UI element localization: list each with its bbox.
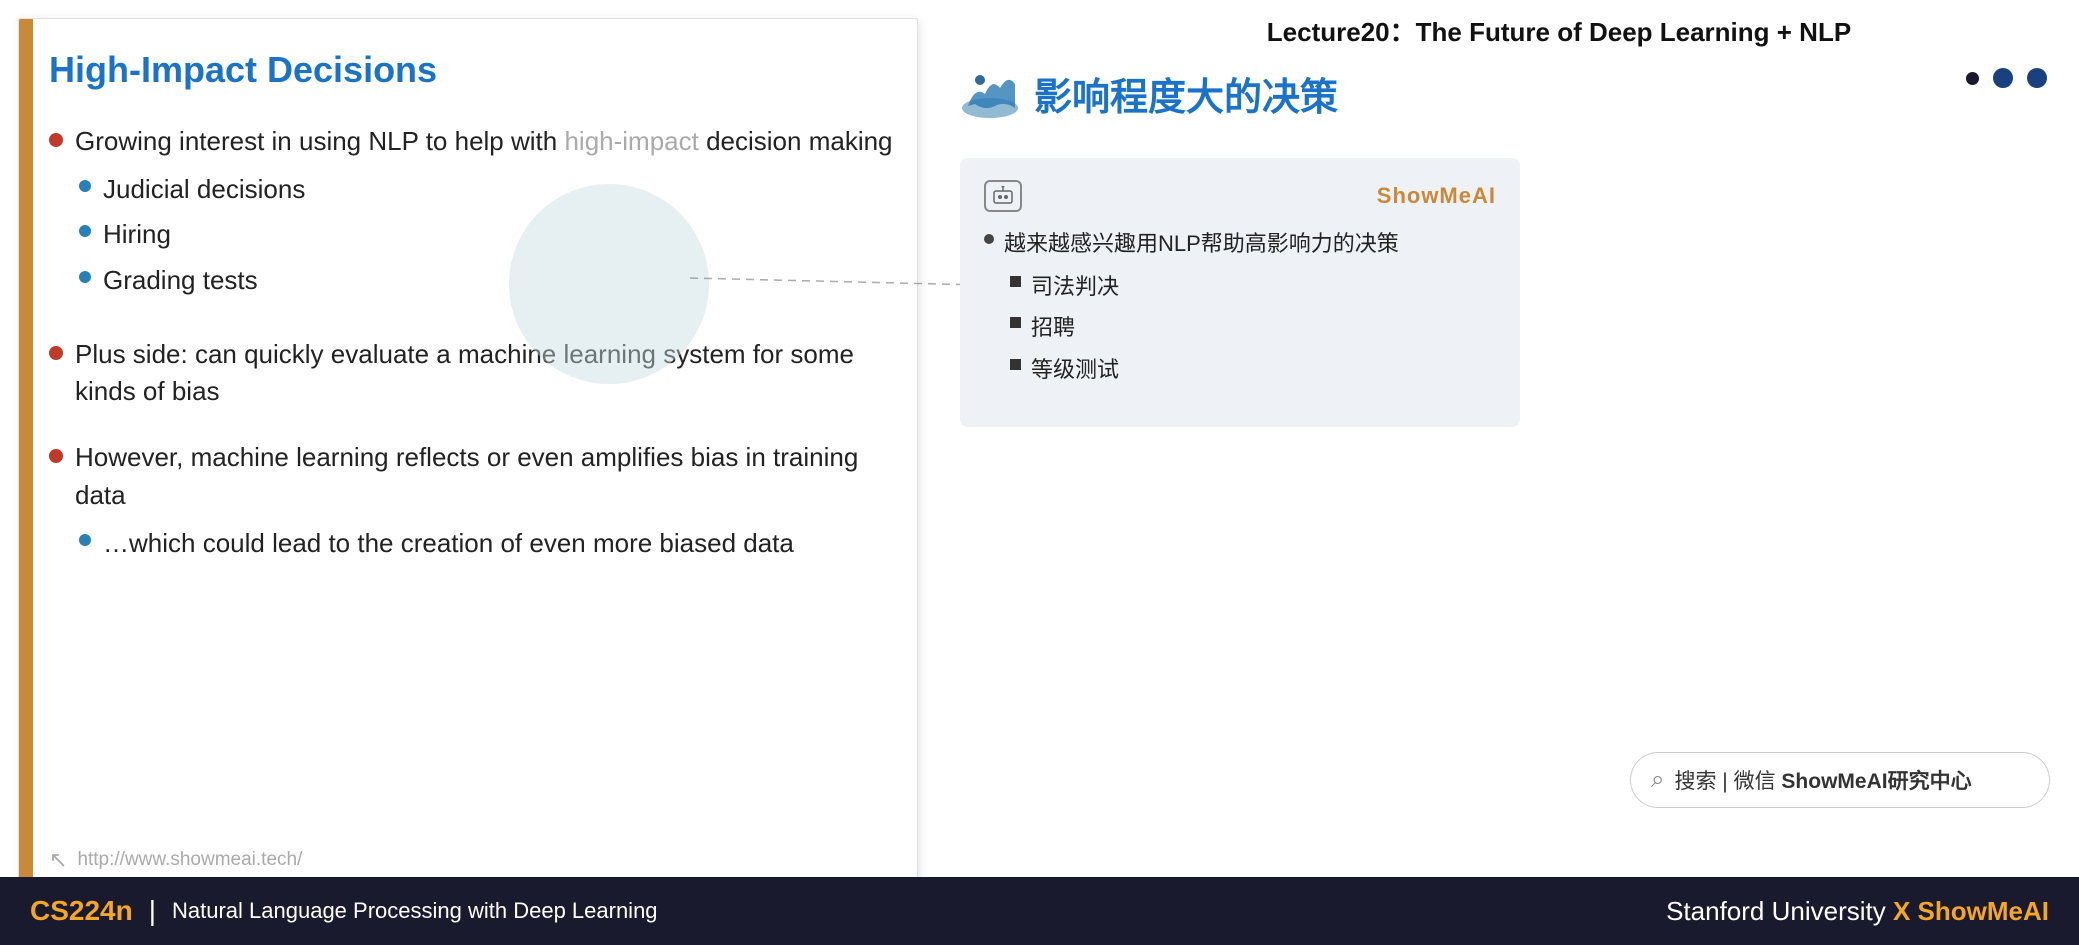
bullet-item-1: Growing interest in using NLP to help wi…	[49, 123, 897, 308]
slide-accent-bar	[19, 19, 33, 887]
footer-brand-suffix: X ShowMeAI	[1893, 896, 2049, 926]
cn-square-1	[1010, 276, 1021, 287]
cn-square-2	[1010, 317, 1021, 328]
slide-content: High-Impact Decisions Growing interest i…	[49, 49, 897, 827]
cn-bullet-text-1: 越来越感兴趣用NLP帮助高影响力的决策 司法判决 招聘 等级测试	[1004, 226, 1399, 393]
translation-box: ShowMeAI 越来越感兴趣用NLP帮助高影响力的决策 司法判决 招聘	[960, 158, 1520, 427]
cn-dot-1	[984, 234, 994, 244]
sub-item-judicial: Judicial decisions	[79, 171, 893, 209]
ai-icon-row: ShowMeAI	[984, 180, 1496, 212]
sub-item-hiring: Hiring	[79, 216, 893, 254]
footer-left: CS224n | Natural Language Processing wit…	[30, 895, 658, 927]
blue-dot-3	[79, 271, 91, 283]
bullet-text-1: Growing interest in using NLP to help wi…	[75, 123, 893, 308]
footer-university: Stanford University	[1666, 896, 1886, 926]
footer-bar: CS224n | Natural Language Processing wit…	[0, 877, 2079, 945]
main-bullet-list: Growing interest in using NLP to help wi…	[49, 123, 897, 570]
footer-desc: Natural Language Processing with Deep Le…	[172, 898, 658, 924]
cn-sub-list: 司法判决 招聘 等级测试	[1010, 269, 1399, 387]
blue-dot-1	[79, 180, 91, 192]
cn-sub-hiring: 招聘	[1010, 310, 1399, 345]
chinese-title-section: 影响程度大的决策	[960, 66, 1338, 121]
cn-bullet-list: 越来越感兴趣用NLP帮助高影响力的决策 司法判决 招聘 等级测试	[984, 226, 1496, 393]
footer-course: CS224n	[30, 895, 133, 927]
blue-dot-2	[79, 225, 91, 237]
sub-item-biased: …which could lead to the creation of eve…	[79, 525, 897, 563]
search-bar[interactable]: ⌕ 搜索 | 微信 ShowMeAI研究中心	[1630, 752, 2050, 808]
red-dot-3	[49, 449, 63, 463]
bullet-item-2: Plus side: can quickly evaluate a machin…	[49, 336, 897, 411]
search-icon: ⌕	[1651, 766, 1664, 794]
slide-title: High-Impact Decisions	[49, 49, 897, 91]
footer-url: http://www.showmeai.tech/	[77, 849, 302, 871]
bullet-text-3: However, machine learning reflects or ev…	[75, 439, 897, 570]
slide-panel: High-Impact Decisions Growing interest i…	[18, 18, 918, 888]
robot-icon	[991, 186, 1015, 206]
cn-bullet-item-1: 越来越感兴趣用NLP帮助高影响力的决策 司法判决 招聘 等级测试	[984, 226, 1496, 393]
sub-item-grading: Grading tests	[79, 262, 893, 300]
cn-square-3	[1010, 359, 1021, 370]
cursor-icon: ↖	[49, 847, 67, 873]
chinese-title-text: 影响程度大的决策	[1034, 66, 1338, 121]
sub-list-3: …which could lead to the creation of eve…	[79, 525, 897, 563]
ai-icon	[984, 180, 1022, 212]
search-text: 搜索 | 微信 ShowMeAI研究中心	[1674, 765, 1971, 795]
cn-sub-grading: 等级测试	[1010, 352, 1399, 387]
wave-icon	[960, 66, 1020, 121]
right-panel: 影响程度大的决策 ShowMeAI 越来越感兴趣用NLP帮助高影响力的决策	[960, 18, 2060, 888]
slide-footer: ↖ http://www.showmeai.tech/	[49, 847, 302, 873]
red-dot-2	[49, 346, 63, 360]
sub-list-1: Judicial decisions Hiring Grading tests	[79, 171, 893, 300]
blue-dot-4	[79, 534, 91, 546]
cn-sub-judicial: 司法判决	[1010, 269, 1399, 304]
footer-right: Stanford University X ShowMeAI	[1666, 896, 2049, 927]
bullet-item-3: However, machine learning reflects or ev…	[49, 439, 897, 570]
showmeai-brand: ShowMeAI	[1377, 183, 1496, 209]
footer-divider: |	[149, 895, 156, 927]
red-dot-1	[49, 133, 63, 147]
